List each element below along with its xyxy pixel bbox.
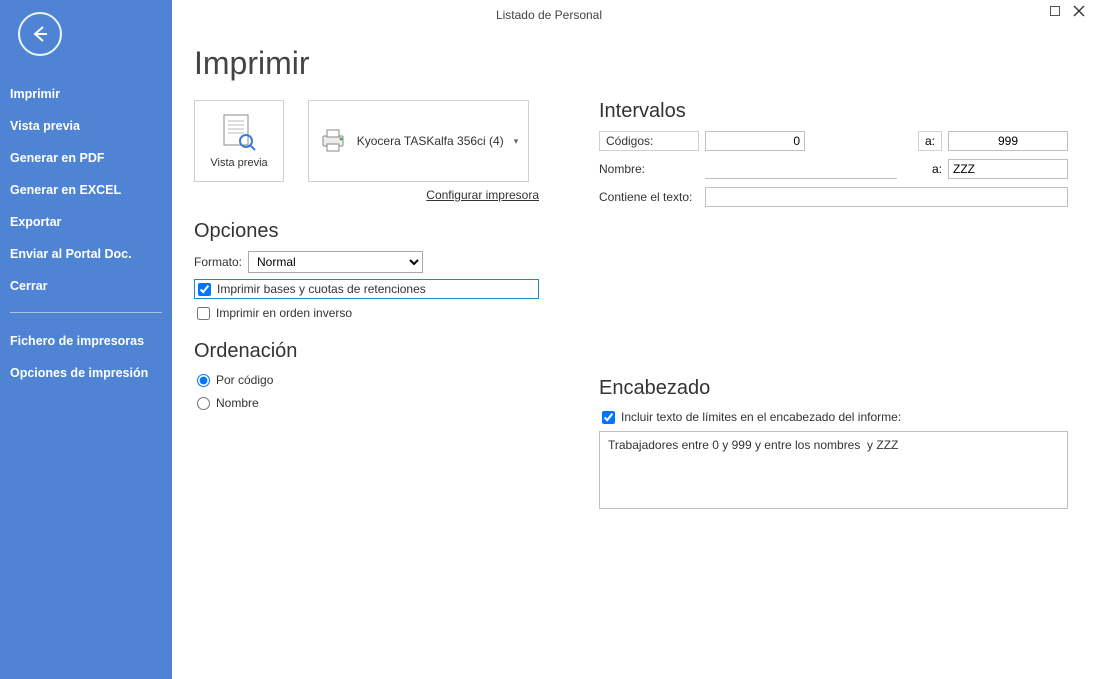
nombre-from-input[interactable] [705, 159, 897, 179]
opciones-heading: Opciones [194, 220, 539, 243]
chk-encabezado-row[interactable]: Incluir texto de límites en el encabezad… [599, 408, 1068, 426]
sidebar-item-imprimir[interactable]: Imprimir [0, 78, 172, 110]
close-button[interactable] [1072, 4, 1086, 18]
sidebar-item-exportar[interactable]: Exportar [0, 206, 172, 238]
codigos-from-input[interactable] [705, 131, 805, 151]
ordenacion-heading: Ordenación [194, 340, 539, 363]
sidebar-item-opciones-impresion[interactable]: Opciones de impresión [0, 357, 172, 389]
nombre-label: Nombre: [599, 162, 699, 176]
radio-nombre-label[interactable]: Nombre [216, 396, 259, 410]
vista-previa-button[interactable]: Vista previa [194, 100, 284, 182]
a-label-2: a: [932, 162, 942, 176]
chk-encabezado[interactable] [602, 411, 615, 424]
window-controls [1048, 4, 1098, 18]
sidebar-item-enviar-portal[interactable]: Enviar al Portal Doc. [0, 238, 172, 270]
chk-encabezado-label[interactable]: Incluir texto de límites en el encabezad… [621, 410, 901, 424]
configurar-impresora-link[interactable]: Configurar impresora [194, 188, 539, 202]
sidebar-divider [10, 312, 162, 313]
codigos-to-input[interactable] [948, 131, 1068, 151]
a-label-1: a: [918, 131, 942, 151]
document-preview-icon [221, 113, 257, 153]
intervalos-heading: Intervalos [599, 100, 1068, 123]
sidebar-item-fichero-impresoras[interactable]: Fichero de impresoras [0, 325, 172, 357]
radio-nombre-row[interactable]: Nombre [194, 394, 539, 412]
window-title: Listado de Personal [496, 8, 602, 22]
chk-inverso-label[interactable]: Imprimir en orden inverso [216, 306, 352, 320]
nombre-to-input[interactable] [948, 159, 1068, 179]
main-content: Imprimir Vista previa [172, 30, 1098, 679]
sidebar-item-cerrar[interactable]: Cerrar [0, 270, 172, 302]
chk-inverso-row[interactable]: Imprimir en orden inverso [194, 304, 539, 322]
sidebar-item-generar-pdf[interactable]: Generar en PDF [0, 142, 172, 174]
encabezado-textarea[interactable] [599, 431, 1068, 509]
radio-por-codigo-label[interactable]: Por código [216, 373, 273, 387]
sidebar-item-vista-previa[interactable]: Vista previa [0, 110, 172, 142]
sidebar: Imprimir Vista previa Generar en PDF Gen… [0, 0, 172, 679]
contiene-input[interactable] [705, 187, 1068, 207]
contiene-label: Contiene el texto: [599, 190, 699, 204]
codigos-label: Códigos: [599, 131, 699, 151]
sidebar-item-generar-excel[interactable]: Generar en EXCEL [0, 174, 172, 206]
maximize-button[interactable] [1048, 4, 1062, 18]
printer-selector[interactable]: Kyocera TASKalfa 356ci (4) ▾ [308, 100, 530, 182]
printer-name: Kyocera TASKalfa 356ci (4) [357, 134, 504, 148]
chk-retenciones-label[interactable]: Imprimir bases y cuotas de retenciones [217, 282, 426, 296]
printer-icon [319, 128, 347, 154]
chk-inverso[interactable] [197, 307, 210, 320]
chk-retenciones[interactable] [198, 283, 211, 296]
radio-por-codigo-row[interactable]: Por código [194, 371, 539, 389]
formato-select[interactable]: Normal [248, 251, 423, 273]
chevron-down-icon: ▾ [514, 136, 519, 147]
vista-previa-label: Vista previa [210, 157, 267, 169]
encabezado-heading: Encabezado [599, 377, 1068, 400]
radio-por-codigo[interactable] [197, 374, 210, 387]
radio-nombre[interactable] [197, 397, 210, 410]
page-title: Imprimir [194, 45, 1068, 82]
back-button[interactable] [18, 12, 62, 56]
chk-retenciones-row[interactable]: Imprimir bases y cuotas de retenciones [194, 279, 539, 299]
formato-label: Formato: [194, 255, 242, 269]
